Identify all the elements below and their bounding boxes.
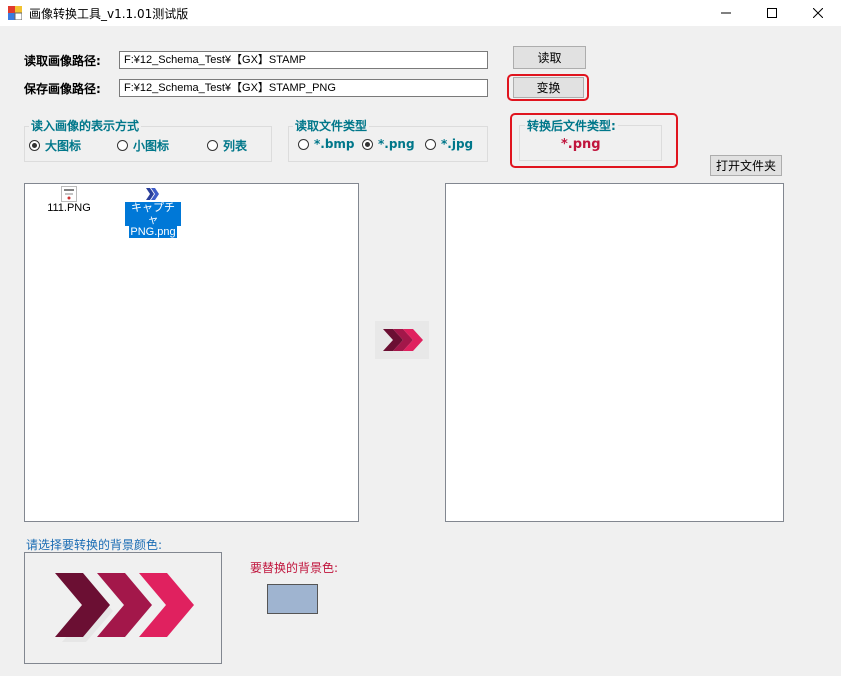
radio-label: 小图标	[133, 139, 170, 153]
radio-label: 列表	[223, 139, 248, 153]
radio-label: *.jpg	[441, 137, 474, 151]
app-icon	[8, 6, 22, 20]
read-path-input[interactable]: F:¥12_Schema_Test¥【GX】STAMP	[119, 51, 488, 69]
read-path-label: 读取画像路径:	[24, 54, 101, 68]
stamp-thumbnail-icon	[61, 186, 77, 202]
radio-large-icon[interactable]: 大图标	[29, 137, 81, 154]
chevron-thumbnail-icon	[146, 188, 159, 200]
file-item[interactable]: 111.PNG	[43, 186, 95, 214]
file-name-line2: PNG.png	[129, 226, 177, 238]
radio-small-icon[interactable]: 小图标	[117, 137, 169, 154]
convert-button[interactable]: 变换	[513, 77, 584, 98]
radio-checked-icon	[29, 140, 40, 151]
app-window: 画像转换工具_v1.1.01测试版 读取画像路径: F:¥12_Schema_T…	[0, 0, 841, 676]
radio-unchecked-icon	[117, 140, 128, 151]
replace-background-label: 要替换的背景色:	[250, 561, 339, 575]
display-mode-title: 读入画像的表示方式	[29, 117, 142, 134]
window-title: 画像转换工具_v1.1.01测试版	[29, 7, 189, 21]
convert-arrow-icon	[375, 321, 429, 359]
choose-background-label: 请选择要转换的背景颜色:	[26, 538, 163, 552]
maximize-button[interactable]	[749, 0, 795, 26]
file-type-title: 读取文件类型	[293, 117, 370, 134]
radio-jpg[interactable]: *.jpg	[425, 137, 473, 151]
radio-list[interactable]: 列表	[207, 137, 247, 154]
save-path-label: 保存画像路径:	[24, 82, 101, 96]
file-name: 111.PNG	[47, 202, 91, 214]
radio-label: *.png	[378, 137, 415, 151]
source-file-list[interactable]: 111.PNG キャプチャ PNG.png	[24, 183, 359, 522]
save-path-input[interactable]: F:¥12_Schema_Test¥【GX】STAMP_PNG	[119, 79, 488, 97]
radio-bmp[interactable]: *.bmp	[298, 137, 355, 151]
radio-label: 大图标	[45, 139, 82, 153]
converted-type-value: *.png	[561, 137, 601, 152]
output-file-list[interactable]	[445, 183, 784, 522]
background-preview[interactable]	[24, 552, 222, 664]
minimize-button[interactable]	[703, 0, 749, 26]
title-bar: 画像转换工具_v1.1.01测试版	[0, 0, 841, 26]
close-button[interactable]	[795, 0, 841, 26]
converted-type-title: 转换后文件类型:	[525, 117, 618, 134]
radio-png[interactable]: *.png	[362, 137, 415, 151]
file-item-selected[interactable]: キャプチャ PNG.png	[125, 188, 181, 238]
background-color-swatch[interactable]	[267, 584, 318, 614]
radio-label: *.bmp	[314, 137, 355, 151]
open-folder-button[interactable]: 打开文件夹	[710, 155, 782, 176]
chevron-preview-icon	[55, 573, 194, 642]
radio-checked-icon	[362, 138, 373, 150]
minimize-icon	[721, 12, 731, 14]
read-button[interactable]: 读取	[513, 46, 586, 69]
radio-unchecked-icon	[425, 138, 436, 150]
maximize-icon	[767, 8, 777, 18]
radio-unchecked-icon	[298, 138, 309, 150]
close-icon	[813, 8, 823, 18]
radio-unchecked-icon	[207, 140, 218, 151]
file-name-line1: キャプチャ	[125, 202, 181, 226]
